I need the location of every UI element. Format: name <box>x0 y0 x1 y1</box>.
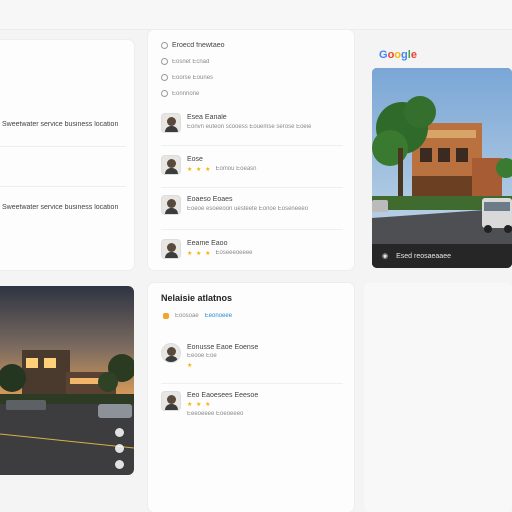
business-info-card: Sweetwater service business location Swe… <box>0 40 134 270</box>
star-rating: ★ ★ ★ <box>187 167 212 173</box>
star-rating: ★ <box>187 363 194 369</box>
divider <box>161 383 343 384</box>
tag-link[interactable]: Eeonoeee <box>205 313 232 319</box>
star-rating: ★ ★ ★ <box>187 251 212 257</box>
tag-row[interactable]: Eoosoae Eeonoeee <box>163 313 232 319</box>
nearby-name: Eonusse Eaoe Eoense <box>187 344 259 351</box>
logo-letter: G <box>379 49 388 61</box>
top-bar <box>0 0 512 30</box>
globe-icon <box>161 90 168 97</box>
list-icon <box>161 42 168 49</box>
avatar <box>161 155 181 175</box>
phone-icon <box>161 74 168 81</box>
tag-icon <box>163 313 169 319</box>
review-text: Eonvn euteon scooess Eouemse serose Eoei… <box>187 124 312 130</box>
divider <box>0 146 126 147</box>
empty-panel <box>364 283 512 512</box>
nearby-card: Nelaisie atlatnos Eoosoae Eeonoeee Eonus… <box>148 283 354 512</box>
photo-caption: Esed reosaeaaee <box>396 252 451 260</box>
storefront-photo <box>372 68 512 268</box>
reviewer-name: Esea Eariale <box>187 114 227 121</box>
business-details-card: Eroecd fnewtaeo Eosnet Ecnad Eoorse Eoun… <box>148 30 354 270</box>
review-row[interactable]: Eose ★ ★ ★ Eomou Eoeasn <box>161 155 343 181</box>
nearby-item[interactable]: Eonusse Eaoe Eoense Eeooe Eoe ★ <box>161 343 343 369</box>
nearby-subtitle: Eeooe Eoe <box>187 353 217 359</box>
review-row[interactable]: Esea Eariale Eonvn euteon scooess Eouems… <box>161 113 343 139</box>
reviewer-name: Eeame Eaoo <box>187 240 228 247</box>
street-scene-photo <box>0 286 134 475</box>
info-line: Sweetwater service business location <box>2 204 119 211</box>
option-row[interactable]: Eoorse Eounes <box>161 74 213 81</box>
option-row[interactable]: Eonnnone <box>161 90 199 97</box>
nearby-item[interactable]: Eeo Eaoesees Eeesoe ★ ★ ★ Eeeoeeee Eoeoe… <box>161 391 343 417</box>
divider <box>161 187 343 188</box>
logo-letter: e <box>410 49 417 61</box>
photo-caption-bar: ◉ Esed reosaeaaee <box>372 244 512 268</box>
logo-letter: g <box>401 49 408 61</box>
avatar <box>161 391 181 411</box>
avatar <box>161 239 181 259</box>
divider <box>0 186 126 187</box>
star-rating: ★ ★ ★ <box>187 402 212 409</box>
map-control-button[interactable] <box>115 460 124 469</box>
section-title: Nelaisie atlatnos <box>161 293 233 303</box>
option-label: Eosnet Ecnad <box>172 58 210 65</box>
map-control-button[interactable] <box>115 444 124 453</box>
street-view-photo[interactable] <box>0 286 134 475</box>
divider <box>161 145 343 146</box>
reviewer-name: Eose <box>187 156 203 163</box>
option-label: Eroecd fnewtaeo <box>172 42 225 49</box>
business-photo-card[interactable]: ◉ Esed reosaeaaee <box>372 68 512 268</box>
option-label: Eoorse Eounes <box>172 74 214 81</box>
reviewer-name: Eoaeso Eoaes <box>187 196 233 203</box>
option-row[interactable]: Eosnet Ecnad <box>161 58 209 65</box>
review-row[interactable]: Eeame Eaoo ★ ★ ★ Eoseeeoeeee <box>161 239 343 265</box>
eye-icon: ◉ <box>382 253 389 260</box>
avatar <box>161 195 181 215</box>
nearby-text: Eeeoeeee Eoeoeeeo <box>187 411 244 417</box>
review-text: Eoseeeoeeee <box>215 250 253 256</box>
nearby-name: Eeo Eaoesees Eeesoe <box>187 392 259 399</box>
review-row[interactable]: Eoaeso Eoaes Eoeoe esoeeoon uesteete Eon… <box>161 195 343 221</box>
map-control-button[interactable] <box>115 428 124 437</box>
info-line: Sweetwater service business location <box>2 121 119 128</box>
tag-label: Eoosoae <box>175 313 199 319</box>
avatar <box>161 343 181 363</box>
divider <box>161 229 343 230</box>
option-label: Eonnnone <box>172 90 200 97</box>
option-row[interactable]: Eroecd fnewtaeo <box>161 42 225 49</box>
review-text: Eomou Eoeasn <box>215 166 257 172</box>
google-logo: Google <box>379 49 417 61</box>
clock-icon <box>161 58 168 65</box>
avatar <box>161 113 181 133</box>
review-text: Eoeoe esoeeoon uesteete Eonoe Eoseneeeo <box>187 206 309 212</box>
